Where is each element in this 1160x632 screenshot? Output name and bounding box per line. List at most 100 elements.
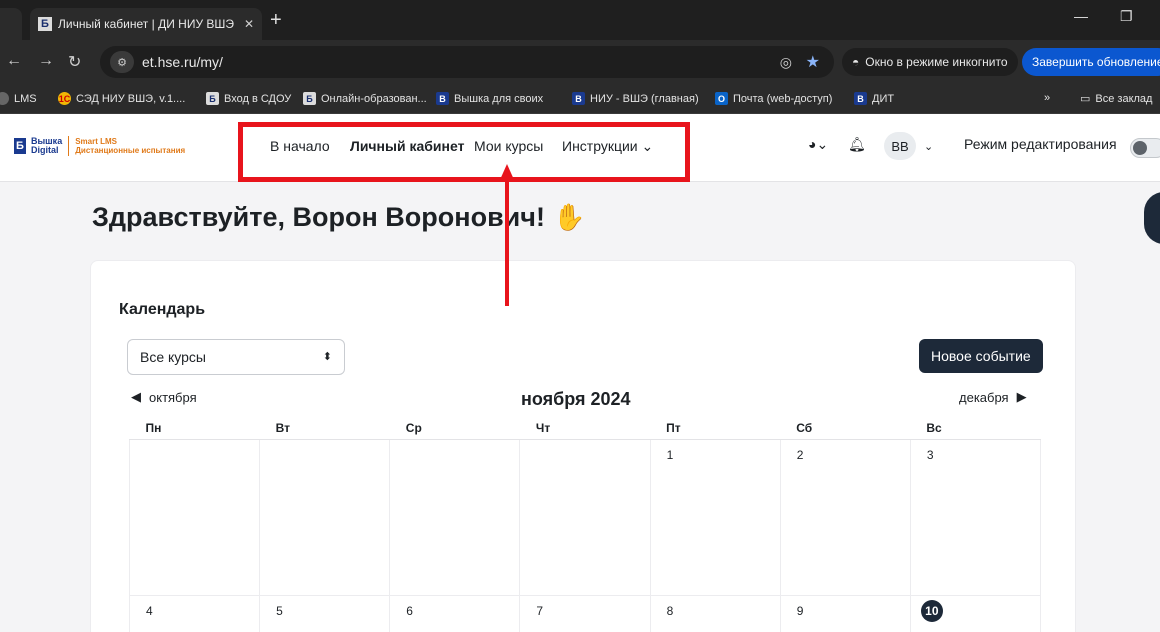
minimize-icon[interactable]: —	[1074, 8, 1088, 24]
finish-update-button[interactable]: Завершить обновление	[1022, 48, 1160, 76]
site-info-icon[interactable]: ⚙	[110, 51, 134, 73]
course-filter-value: Все курсы	[140, 349, 206, 365]
bookmark-online-edu[interactable]: Б Онлайн-образован...	[303, 92, 427, 105]
hse-blue-icon: В	[572, 92, 585, 105]
calendar-day-cell[interactable]	[259, 438, 391, 596]
browser-toolbar: ← → ↻ ⚙ et.hse.ru/my/ ◎ ★ ◓ Окно в режим…	[0, 40, 1160, 84]
calendar-day-cell[interactable]: 5	[259, 594, 391, 632]
hse-logo-icon: Б	[14, 138, 26, 154]
calendar-day-cell[interactable]: 1	[649, 438, 781, 596]
calendar-day-cell[interactable]: 6	[389, 594, 521, 632]
logo-text-left: Вышка Digital	[31, 137, 62, 155]
reload-icon[interactable]: ↻	[68, 52, 81, 72]
bookmark-sed[interactable]: 1С СЭД НИУ ВШЭ, v.1....	[58, 92, 185, 105]
logo-divider	[68, 136, 70, 156]
bookmark-label: LMS	[14, 92, 37, 105]
browser-tab-active[interactable]: Б Личный кабинет | ДИ НИУ ВШЭ ✕	[30, 8, 262, 40]
hse-favicon-icon: Б	[38, 17, 52, 31]
logo-text-right: Smart LMS Дистанционные испытания	[75, 137, 185, 155]
calendar-day-cell[interactable]: 9	[779, 594, 911, 632]
back-icon[interactable]: ←	[6, 52, 22, 70]
tab-title: Личный кабинет | ДИ НИУ ВШЭ	[58, 17, 235, 31]
new-event-button[interactable]: Новое событие	[919, 339, 1043, 373]
calendar-card: Календарь Все курсы ⬍ Новое событие ◀ ок…	[90, 260, 1076, 632]
bookmark-label: ДИТ	[872, 92, 895, 105]
bookmark-mail[interactable]: O Почта (web-доступ)	[715, 92, 832, 105]
calendar-day-cell[interactable]: 8	[649, 594, 781, 632]
calendar-day-cell[interactable]: 3	[909, 438, 1042, 596]
bookmark-hse-main[interactable]: В НИУ - ВШЭ (главная)	[572, 92, 699, 105]
bookmark-label: НИУ - ВШЭ (главная)	[590, 92, 699, 105]
triangle-right-icon: ▶	[1016, 389, 1027, 404]
logo-line2: Digital	[31, 145, 59, 155]
calendar-day-cell-today[interactable]: 10	[909, 594, 1042, 632]
calendar-day-cell[interactable]	[389, 438, 521, 596]
incognito-label: Окно в режиме инкогнито	[865, 55, 1008, 69]
weekday-header: Пт	[650, 417, 781, 440]
weekday-header: Пн	[129, 417, 260, 440]
close-tab-icon[interactable]: ✕	[244, 17, 254, 31]
incognito-indicator[interactable]: ◓ Окно в режиме инкогнито	[842, 48, 1018, 76]
bookmarks-overflow-button[interactable]: »	[1044, 92, 1050, 104]
course-filter-select[interactable]: Все курсы ⬍	[127, 339, 345, 375]
triangle-left-icon: ◀	[131, 389, 141, 404]
bookmark-vyshka-svoih[interactable]: В Вышка для своих	[436, 92, 543, 105]
forward-icon[interactable]: →	[38, 52, 54, 70]
folder-icon: ▭	[1080, 93, 1091, 105]
logo-line3: Smart LMS	[75, 137, 117, 146]
bookmark-sdou[interactable]: Б Вход в СДОУ	[206, 92, 291, 105]
incognito-icon: ◓	[852, 55, 860, 69]
sed-icon: 1С	[58, 92, 71, 105]
prev-month-link[interactable]: ◀ октября	[131, 389, 197, 405]
calendar-day-cell[interactable]	[128, 438, 261, 596]
weekday-header-row: Пн Вт Ср Чт Пт Сб Вс	[129, 417, 1041, 440]
current-month-title: ноября 2024	[521, 389, 631, 409]
calendar-day-cell[interactable]: 2	[779, 438, 911, 596]
bookmark-dit[interactable]: В ДИТ	[854, 92, 894, 105]
weekday-header: Ср	[389, 417, 520, 440]
new-tab-icon[interactable]: +	[270, 10, 282, 30]
bookmark-label: Почта (web-доступ)	[733, 92, 833, 105]
page-title: Здравствуйте, Ворон Воронович! ✋	[92, 202, 585, 233]
all-bookmarks-label: Все заклад	[1095, 92, 1153, 105]
tracking-blocked-icon[interactable]: ◎	[780, 54, 792, 71]
previous-tab[interactable]	[0, 8, 22, 40]
hse-icon: Б	[206, 92, 219, 105]
edit-mode-toggle[interactable]	[1130, 138, 1160, 158]
annotation-highlight-box	[238, 122, 690, 182]
prev-month-label: октября	[149, 389, 197, 405]
user-menu-chevron-icon[interactable]: ⌄	[924, 140, 933, 153]
edit-mode-label: Режим редактирования	[964, 136, 1117, 152]
bookmark-star-icon[interactable]: ★	[806, 52, 820, 72]
page-content: Б Вышка Digital Smart LMS Дистанционные …	[0, 114, 1160, 632]
today-marker: 10	[920, 599, 943, 622]
url-text[interactable]: et.hse.ru/my/	[142, 54, 223, 70]
outlook-icon: O	[715, 92, 728, 105]
drawer-toggle-button[interactable]	[1144, 192, 1160, 244]
select-arrows-icon: ⬍	[322, 351, 332, 363]
calendar-day-cell[interactable]	[519, 438, 651, 596]
accessibility-icon[interactable]: ◕⌄	[808, 136, 828, 153]
weekday-header: Сб	[780, 417, 911, 440]
bookmark-label: Онлайн-образован...	[321, 92, 427, 105]
next-month-link[interactable]: декабря ▶	[959, 389, 1027, 405]
bookmark-label: Вышка для своих	[454, 92, 544, 105]
all-bookmarks-button[interactable]: ▭ Все заклад	[1080, 92, 1153, 106]
greeting-text: Здравствуйте, Ворон Воронович!	[92, 202, 545, 232]
user-avatar[interactable]: ВВ	[884, 132, 916, 160]
weekday-header: Вс	[910, 417, 1041, 440]
notifications-bell-icon[interactable]: 🔔︎	[848, 136, 866, 153]
calendar-title: Календарь	[119, 301, 206, 318]
site-logo[interactable]: Б Вышка Digital Smart LMS Дистанционные …	[14, 136, 185, 156]
browser-tab-bar: Б Личный кабинет | ДИ НИУ ВШЭ ✕ + — ❐	[0, 0, 1160, 40]
address-bar[interactable]: ⚙ et.hse.ru/my/ ◎ ★	[100, 46, 834, 78]
hse-icon: Б	[303, 92, 316, 105]
bookmarks-bar: LMS 1С СЭД НИУ ВШЭ, v.1.... Б Вход в СДО…	[0, 84, 1160, 114]
toggle-knob	[1133, 141, 1147, 155]
restore-icon[interactable]: ❐	[1120, 8, 1133, 25]
calendar-day-cell[interactable]: 7	[519, 594, 651, 632]
site-navbar: Б Вышка Digital Smart LMS Дистанционные …	[0, 114, 1160, 182]
bookmark-lms[interactable]: LMS	[0, 92, 37, 105]
calendar-day-cell[interactable]: 4	[128, 594, 261, 632]
lms-icon	[0, 92, 9, 105]
